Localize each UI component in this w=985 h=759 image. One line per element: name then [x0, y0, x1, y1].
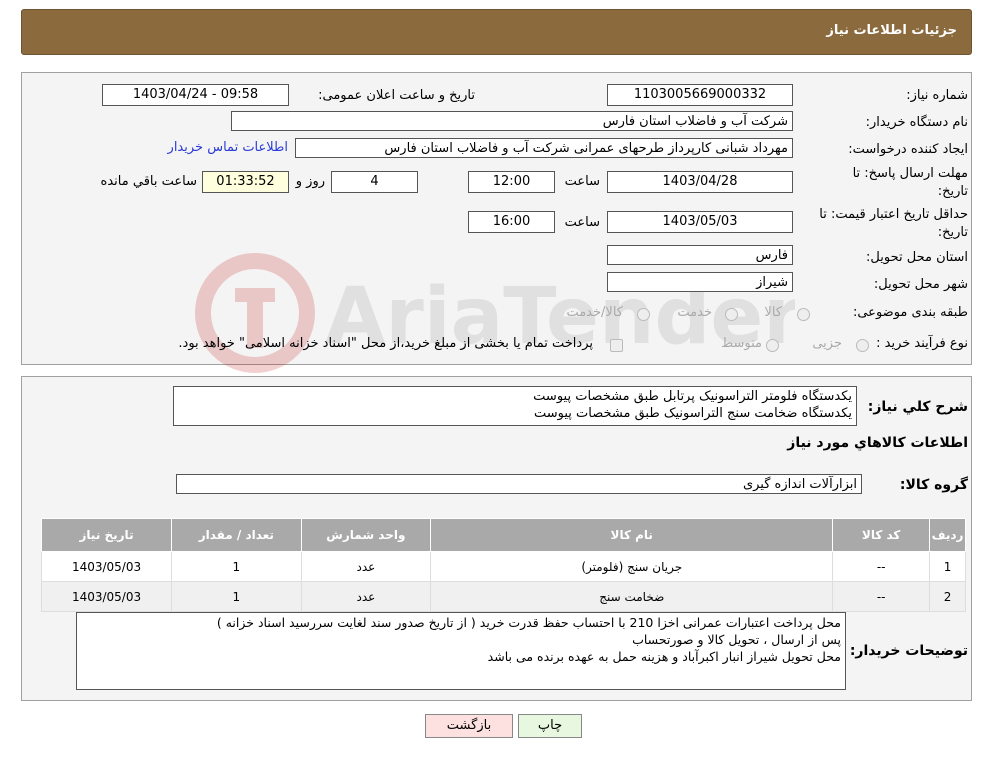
category-goods-service-label: کالا/خدمت — [566, 305, 623, 320]
cell-qty: 1 — [171, 581, 302, 612]
buyer-notes-label: توضیحات خریدار: — [849, 643, 968, 659]
category-label: طبقه بندی موضوعی: — [852, 305, 968, 320]
days-field: 4 — [331, 171, 418, 193]
goods-table: ردیف کد کالا نام کالا واحد شمارش تعداد /… — [40, 518, 966, 612]
cell-row: 1 — [929, 551, 966, 582]
cell-unit: عدد — [300, 581, 432, 612]
category-goods-service-radio[interactable] — [637, 308, 650, 321]
table-header-row: ردیف کد کالا نام کالا واحد شمارش تعداد /… — [40, 518, 966, 552]
city-field: شیراز — [607, 272, 793, 292]
col-date: تاریخ نیاز — [40, 518, 173, 552]
buyer-org-field: شرکت آب و فاضلاب استان فارس — [231, 111, 793, 131]
buyer-notes-textarea[interactable]: محل پرداخت اعتبارات عمرانی اخزا 210 با ا… — [76, 612, 846, 690]
process-medium-radio[interactable] — [766, 339, 779, 352]
desc-textarea[interactable]: یکدستگاه فلومتر التراسونیک پرتابل طبق مش… — [173, 386, 857, 426]
category-service-radio[interactable] — [725, 308, 738, 321]
validity-time-field: 16:00 — [468, 211, 555, 233]
need-number-label: شماره نیاز: — [906, 88, 968, 103]
deadline-label: مهلت ارسال پاسخ: تا — [852, 166, 968, 181]
validity-label: حداقل تاریخ اعتبار قیمت: تا — [819, 207, 968, 222]
validity-date-field: 1403/05/03 — [607, 211, 793, 233]
cell-date: 1403/05/03 — [40, 551, 173, 582]
remaining-label: ساعت باقي مانده — [100, 174, 197, 189]
creator-label: ایجاد کننده درخواست: — [848, 142, 968, 157]
deadline-time-label: ساعت — [564, 174, 600, 189]
announce-label: تاریخ و ساعت اعلان عمومی: — [318, 88, 475, 103]
col-name: نام کالا — [430, 518, 834, 552]
cell-date: 1403/05/03 — [40, 581, 173, 612]
need-number-field: 1103005669000332 — [607, 84, 793, 106]
process-minor-radio[interactable] — [856, 339, 869, 352]
desc-line-1: یکدستگاه فلومتر التراسونیک پرتابل طبق مش… — [533, 389, 852, 404]
city-label: شهر محل تحویل: — [873, 277, 968, 292]
buyer-notes-line-3: محل تحویل شیراز انبار اکبرآباد و هزینه ح… — [487, 649, 841, 664]
deadline-label-date: تاریخ: — [937, 184, 968, 199]
desc-label: شرح كلي نياز: — [867, 399, 968, 415]
col-unit: واحد شمارش — [300, 518, 432, 552]
category-service-label: خدمت — [677, 305, 712, 320]
remaining-time-field: 01:33:52 — [202, 171, 289, 193]
buyer-org-label: نام دستگاه خریدار: — [865, 115, 968, 130]
category-goods-label: کالا — [764, 305, 782, 320]
col-code: کد کالا — [832, 518, 931, 552]
col-qty: تعداد / مقدار — [171, 518, 302, 552]
validity-label-date: تاریخ: — [937, 225, 968, 240]
process-note: پرداخت تمام یا بخشی از مبلغ خرید،از محل … — [178, 336, 593, 351]
print-button[interactable]: چاپ — [518, 714, 582, 738]
page-header: جزئیات اطلاعات نیاز — [21, 9, 972, 55]
cell-name: ضخامت سنج — [430, 581, 834, 612]
process-medium-label: متوسط — [721, 336, 762, 351]
deadline-time-field: 12:00 — [468, 171, 555, 193]
deadline-date-field: 1403/04/28 — [607, 171, 793, 193]
creator-field: مهرداد شبانی کارپرداز طرحهای عمرانی شرکت… — [295, 138, 793, 158]
table-row: 1 -- جریان سنج (فلومتر) عدد 1 1403/05/03 — [40, 551, 966, 582]
days-label: روز و — [295, 174, 325, 189]
buyer-notes-line-2: پس از ارسال ، تحویل کالا و صورتحساب — [632, 632, 841, 647]
table-row: 2 -- ضخامت سنج عدد 1 1403/05/03 — [40, 581, 966, 612]
cell-name: جریان سنج (فلومتر) — [430, 551, 834, 582]
cell-code: -- — [832, 551, 931, 582]
province-label: استان محل تحویل: — [866, 250, 968, 265]
back-button[interactable]: بازگشت — [425, 714, 513, 738]
announce-datetime-field: 1403/04/24 - 09:58 — [102, 84, 289, 106]
buyer-contact-link[interactable]: اطلاعات تماس خریدار — [168, 140, 288, 155]
treasury-checkbox[interactable] — [610, 339, 623, 352]
category-goods-radio[interactable] — [797, 308, 810, 321]
goods-info-title: اطلاعات كالاهاي مورد نياز — [787, 435, 968, 451]
col-row: ردیف — [929, 518, 966, 552]
group-field: ابزارآلات اندازه گیری — [176, 474, 862, 494]
cell-unit: عدد — [300, 551, 432, 582]
validity-time-label: ساعت — [564, 215, 600, 230]
province-field: فارس — [607, 245, 793, 265]
cell-code: -- — [832, 581, 931, 612]
process-label: نوع فرآیند خرید : — [876, 336, 968, 351]
process-minor-label: جزیی — [812, 336, 842, 351]
cell-row: 2 — [929, 581, 966, 612]
cell-qty: 1 — [171, 551, 302, 582]
group-label: گروه کالا: — [899, 477, 968, 493]
page-title: جزئیات اطلاعات نیاز — [826, 23, 957, 38]
desc-line-2: یکدستگاه ضخامت سنج التراسونیک طبق مشخصات… — [533, 406, 852, 421]
buyer-notes-line-1: محل پرداخت اعتبارات عمرانی اخزا 210 با ا… — [216, 615, 841, 630]
